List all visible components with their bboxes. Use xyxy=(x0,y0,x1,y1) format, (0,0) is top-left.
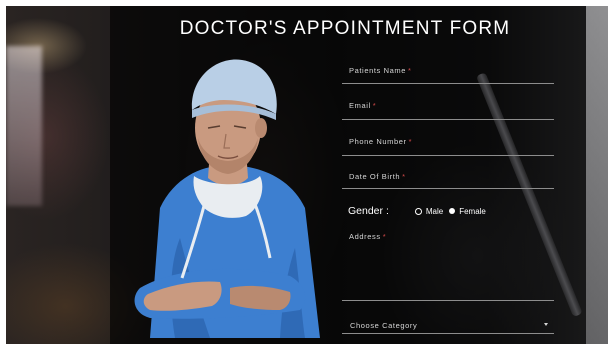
date-of-birth-field[interactable]: Date Of Birth * xyxy=(342,168,554,189)
address-field[interactable]: Address * xyxy=(342,230,554,301)
gender-group: Gender : Male Female xyxy=(348,204,492,218)
phone-number-label: Phone Number xyxy=(349,137,407,146)
required-marker: * xyxy=(408,66,412,75)
doctor-image xyxy=(134,59,320,338)
male-radio[interactable] xyxy=(414,207,422,215)
phone-number-field[interactable]: Phone Number * xyxy=(342,134,554,156)
category-select[interactable]: Choose Category xyxy=(342,318,554,334)
email-field[interactable]: Email * xyxy=(342,98,554,120)
required-marker: * xyxy=(382,232,387,241)
female-option-label[interactable]: Female xyxy=(459,207,486,216)
category-select-label: Choose Category xyxy=(350,321,418,330)
chevron-down-icon xyxy=(544,323,548,326)
background-blur-right xyxy=(586,6,608,344)
required-marker: * xyxy=(408,137,413,146)
gender-label: Gender : xyxy=(348,205,389,217)
required-marker: * xyxy=(402,172,406,181)
male-option-label[interactable]: Male xyxy=(426,207,443,216)
email-label: Email xyxy=(349,101,371,110)
female-radio[interactable] xyxy=(449,208,456,214)
address-label: Address xyxy=(349,232,381,241)
date-of-birth-label: Date Of Birth xyxy=(349,172,401,181)
patients-name-label: Patients Name xyxy=(349,66,406,75)
background-blur-left xyxy=(6,46,42,206)
required-marker: * xyxy=(372,101,377,110)
patients-name-field[interactable]: Patients Name * xyxy=(342,62,554,84)
form-title: DOCTOR'S APPOINTMENT FORM xyxy=(179,18,511,39)
